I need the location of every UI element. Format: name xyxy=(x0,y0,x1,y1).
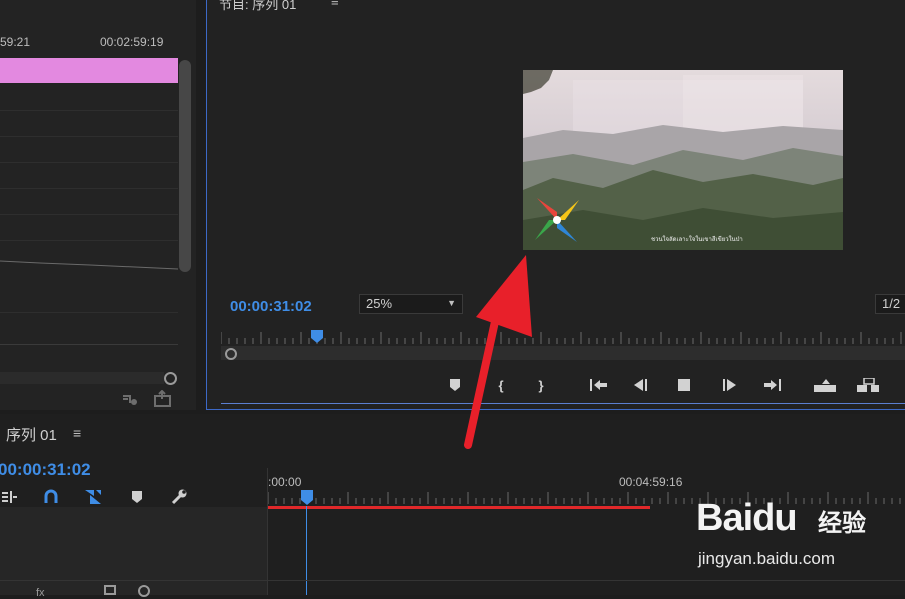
lift-icon[interactable] xyxy=(814,374,836,396)
program-monitor-title[interactable]: 节目: 序列 01 xyxy=(219,0,296,13)
baidu-product: 经验 xyxy=(818,510,866,537)
ruler-time-mark: 00:04:59:16 xyxy=(619,475,683,489)
track-line xyxy=(0,188,178,189)
waveform-line xyxy=(0,260,178,270)
track-line xyxy=(0,136,178,137)
monitor-time-ruler[interactable] xyxy=(221,332,905,346)
go-to-in-icon[interactable] xyxy=(588,374,610,396)
track-line xyxy=(0,214,178,215)
timeline-toolbar xyxy=(0,486,200,508)
stop-icon[interactable] xyxy=(673,374,695,396)
snap-magnet-icon[interactable] xyxy=(40,486,62,508)
playhead-timecode[interactable]: 00:00:31:02 xyxy=(230,298,312,315)
monitor-zoom-scrollbar[interactable] xyxy=(221,346,905,360)
insert-audio-icon[interactable] xyxy=(120,390,140,408)
linked-selection-icon[interactable] xyxy=(82,486,104,508)
tab-sequence-01[interactable]: 序列 01 xyxy=(6,424,57,445)
source-panel: 59:21 00:02:59:19 xyxy=(0,0,196,410)
watermark-url: jingyan.baidu.com xyxy=(698,549,836,568)
playback-resolution-value: 1/2 xyxy=(882,296,901,311)
scrollbar-handle[interactable] xyxy=(164,372,177,385)
horizontal-scrollbar[interactable] xyxy=(0,372,164,384)
track-line xyxy=(0,580,905,581)
ruler-time-start: :00:00 xyxy=(268,475,302,489)
panel-divider xyxy=(221,403,905,404)
fx-icon[interactable]: fx xyxy=(36,587,45,599)
extract-icon[interactable] xyxy=(857,374,879,396)
vertical-scrollbar[interactable] xyxy=(179,60,191,272)
annotation-arrow xyxy=(464,255,532,449)
audio-clip[interactable] xyxy=(0,58,178,83)
playback-resolution-select[interactable]: 1/2 xyxy=(875,294,905,314)
go-to-out-icon[interactable] xyxy=(761,374,783,396)
track-output-icon[interactable] xyxy=(104,585,116,595)
baidu-logo: Baidu xyxy=(696,497,798,539)
monitor-playhead[interactable] xyxy=(311,330,323,344)
insert-nest-icon[interactable] xyxy=(0,486,20,508)
track-headers xyxy=(0,507,268,595)
wrench-icon[interactable] xyxy=(168,486,190,508)
video-caption: ชวนใจลัดเลาะใจในเขาสีเขียวในป่า xyxy=(651,237,743,243)
landscape-image xyxy=(523,70,843,250)
zoom-level-value: 25% xyxy=(366,296,393,311)
track-line xyxy=(0,240,178,241)
timeline-timecode[interactable]: 00:00:31:02 xyxy=(0,460,91,480)
step-forward-icon[interactable] xyxy=(719,374,741,396)
track-line xyxy=(0,312,178,313)
baidu-watermark: Baidu 经验 jingyan.baidu.com xyxy=(690,495,900,575)
track-line xyxy=(0,110,178,111)
zoom-scrollbar-handle[interactable] xyxy=(225,348,237,360)
track-line xyxy=(0,162,178,163)
add-marker-icon[interactable] xyxy=(126,486,148,508)
export-frame-icon[interactable] xyxy=(152,390,174,408)
source-ruler-time-right: 00:02:59:19 xyxy=(100,35,164,49)
work-area-bar[interactable] xyxy=(268,506,650,509)
hamburger-icon[interactable]: ≡ xyxy=(73,425,81,441)
eye-icon[interactable] xyxy=(138,585,150,597)
source-ruler-time-left: 59:21 xyxy=(0,35,31,49)
hamburger-icon[interactable]: ≡ xyxy=(331,0,339,9)
timeline-playhead[interactable] xyxy=(301,490,313,506)
step-back-icon[interactable] xyxy=(630,374,652,396)
video-preview[interactable]: ชวนใจลัดเลาะใจในเขาสีเขียวในป่า xyxy=(523,70,843,250)
track-line xyxy=(0,344,178,345)
playhead-line xyxy=(306,506,307,595)
